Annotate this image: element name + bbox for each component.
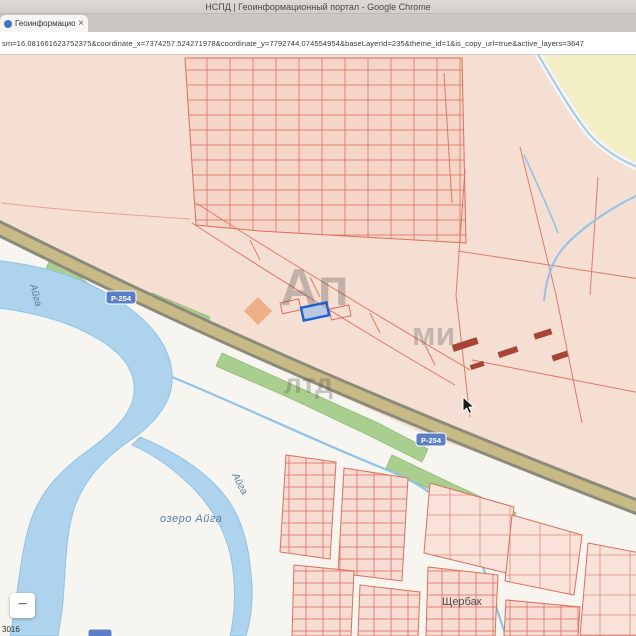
settlement-label: Щербак: [442, 596, 482, 608]
road-shield-1: Р-254: [106, 291, 136, 304]
address-bar[interactable]: sm=16.081661623752375&coordinate_x=73742…: [0, 32, 636, 55]
road-shield-label: Р-254: [421, 436, 442, 445]
road-shield-clipped: [88, 629, 112, 636]
site-favicon: [4, 20, 12, 28]
lake-label: озеро Айга: [160, 513, 222, 525]
map-canvas[interactable]: Ап ми лтд Р-254 Р-254 озеро Айга Айга Ай…: [0, 55, 636, 636]
zoom-out-button[interactable]: −: [10, 593, 35, 618]
road-shield-2: Р-254: [416, 433, 446, 446]
window-titlebar: НСПД | Геоинформационный портал - Google…: [0, 0, 636, 14]
watermark-text-2: ми: [412, 316, 455, 352]
url-text: sm=16.081661623752375&coordinate_x=73742…: [0, 39, 584, 48]
watermark-text-3: лтд: [284, 368, 333, 399]
browser-tab[interactable]: Геоинформационн ×: [0, 15, 88, 32]
map-viewport[interactable]: Ап ми лтд Р-254 Р-254 озеро Айга Айга Ай…: [0, 55, 636, 636]
road-shield-label: Р-254: [111, 294, 132, 303]
tab-close-icon[interactable]: ×: [78, 19, 84, 29]
tab-strip: Геоинформационн ×: [0, 14, 636, 32]
parcel-grid: [185, 58, 466, 243]
scale-fragment: 3016: [2, 625, 20, 634]
watermark-text-1: Ап: [280, 259, 349, 317]
tab-title: Геоинформационн: [15, 19, 75, 28]
